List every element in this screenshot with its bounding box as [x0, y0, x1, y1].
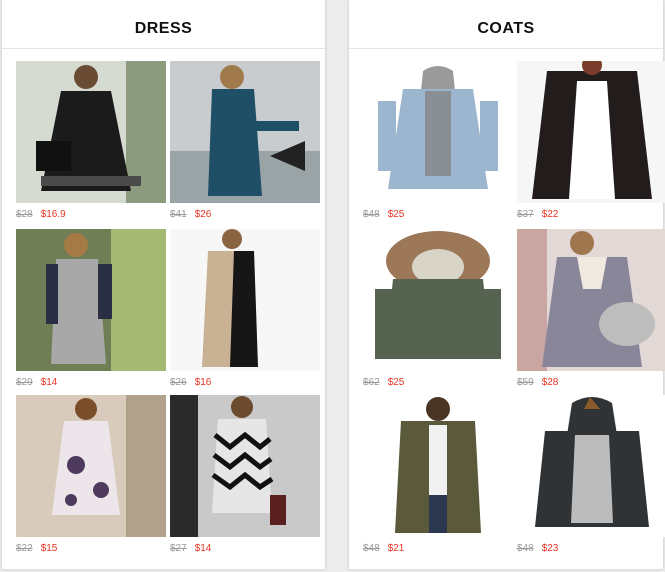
price-row: $22 $15 [16, 543, 57, 554]
coats-panel-title: COATS [349, 0, 663, 49]
grey-knit-dress-photo[interactable] [16, 229, 166, 371]
original-price: $26 [170, 377, 187, 388]
original-price: $29 [16, 377, 33, 388]
price-row: $48 $21 [363, 543, 404, 554]
floral-print-dress-photo[interactable] [16, 395, 166, 537]
sale-price: $14 [194, 543, 212, 554]
blue-sequin-dress-photo[interactable] [170, 61, 320, 203]
original-price: $22 [16, 543, 33, 554]
price-row: $37 $22 [517, 209, 558, 220]
price-row: $27 $14 [170, 543, 211, 554]
black-bomber-jacket-photo[interactable] [517, 61, 665, 203]
price-row: $59 $28 [517, 377, 558, 388]
product-card[interactable]: $59 $28 [517, 229, 665, 397]
original-price: $28 [16, 209, 33, 220]
original-price: $37 [517, 209, 534, 220]
fur-hood-parka-photo[interactable] [363, 229, 513, 371]
sale-price: $15 [40, 543, 58, 554]
sale-price: $28 [541, 377, 559, 388]
product-card[interactable]: $28 $16.9 [16, 61, 166, 229]
sale-price: $22 [541, 209, 559, 220]
grey-hooded-cardigan-photo[interactable] [517, 395, 665, 537]
original-price: $48 [363, 209, 380, 220]
olive-parka-photo[interactable] [363, 395, 513, 537]
grey-fleece-coat-photo[interactable] [517, 229, 665, 371]
sale-price: $16 [194, 377, 212, 388]
product-card[interactable]: $27 $14 [170, 395, 320, 563]
product-card[interactable]: $41 $26 [170, 61, 320, 229]
sale-price: $25 [387, 377, 405, 388]
price-row: $48 $23 [517, 543, 558, 554]
price-row: $48 $25 [363, 209, 404, 220]
price-row: $62 $25 [363, 377, 404, 388]
black-fringe-dress-photo[interactable] [16, 61, 166, 203]
price-row: $29 $14 [16, 377, 57, 388]
product-card[interactable]: $62 $25 [363, 229, 513, 397]
product-card[interactable]: $37 $22 [517, 61, 665, 229]
gold-sequin-dress-photo[interactable] [170, 229, 320, 371]
original-price: $48 [363, 543, 380, 554]
original-price: $62 [363, 377, 380, 388]
chevron-print-dress-photo[interactable] [170, 395, 320, 537]
sale-price: $26 [194, 209, 212, 220]
sale-price: $21 [387, 543, 405, 554]
price-row: $26 $16 [170, 377, 211, 388]
price-row: $41 $26 [170, 209, 211, 220]
sale-price: $16.9 [40, 209, 66, 220]
product-card[interactable]: $26 $16 [170, 229, 320, 397]
product-card[interactable]: $22 $15 [16, 395, 166, 563]
product-card[interactable]: $48 $25 [363, 61, 513, 229]
sale-price: $14 [40, 377, 58, 388]
price-row: $28 $16.9 [16, 209, 66, 220]
dress-panel: DRESS $28 $16.9 $41 $26 $29 $14 $26 $16 … [2, 0, 325, 569]
original-price: $48 [517, 543, 534, 554]
sale-price: $25 [387, 209, 405, 220]
dress-panel-title: DRESS [2, 0, 325, 49]
sale-price: $23 [541, 543, 559, 554]
coats-panel: COATS $48 $25 $37 $22 $62 $25 $59 $28 $4… [349, 0, 665, 569]
product-card[interactable]: $48 $23 [517, 395, 665, 563]
denim-hooded-jacket-photo[interactable] [363, 61, 513, 203]
original-price: $41 [170, 209, 187, 220]
original-price: $27 [170, 543, 187, 554]
original-price: $59 [517, 377, 534, 388]
product-card[interactable]: $48 $21 [363, 395, 513, 563]
product-card[interactable]: $29 $14 [16, 229, 166, 397]
